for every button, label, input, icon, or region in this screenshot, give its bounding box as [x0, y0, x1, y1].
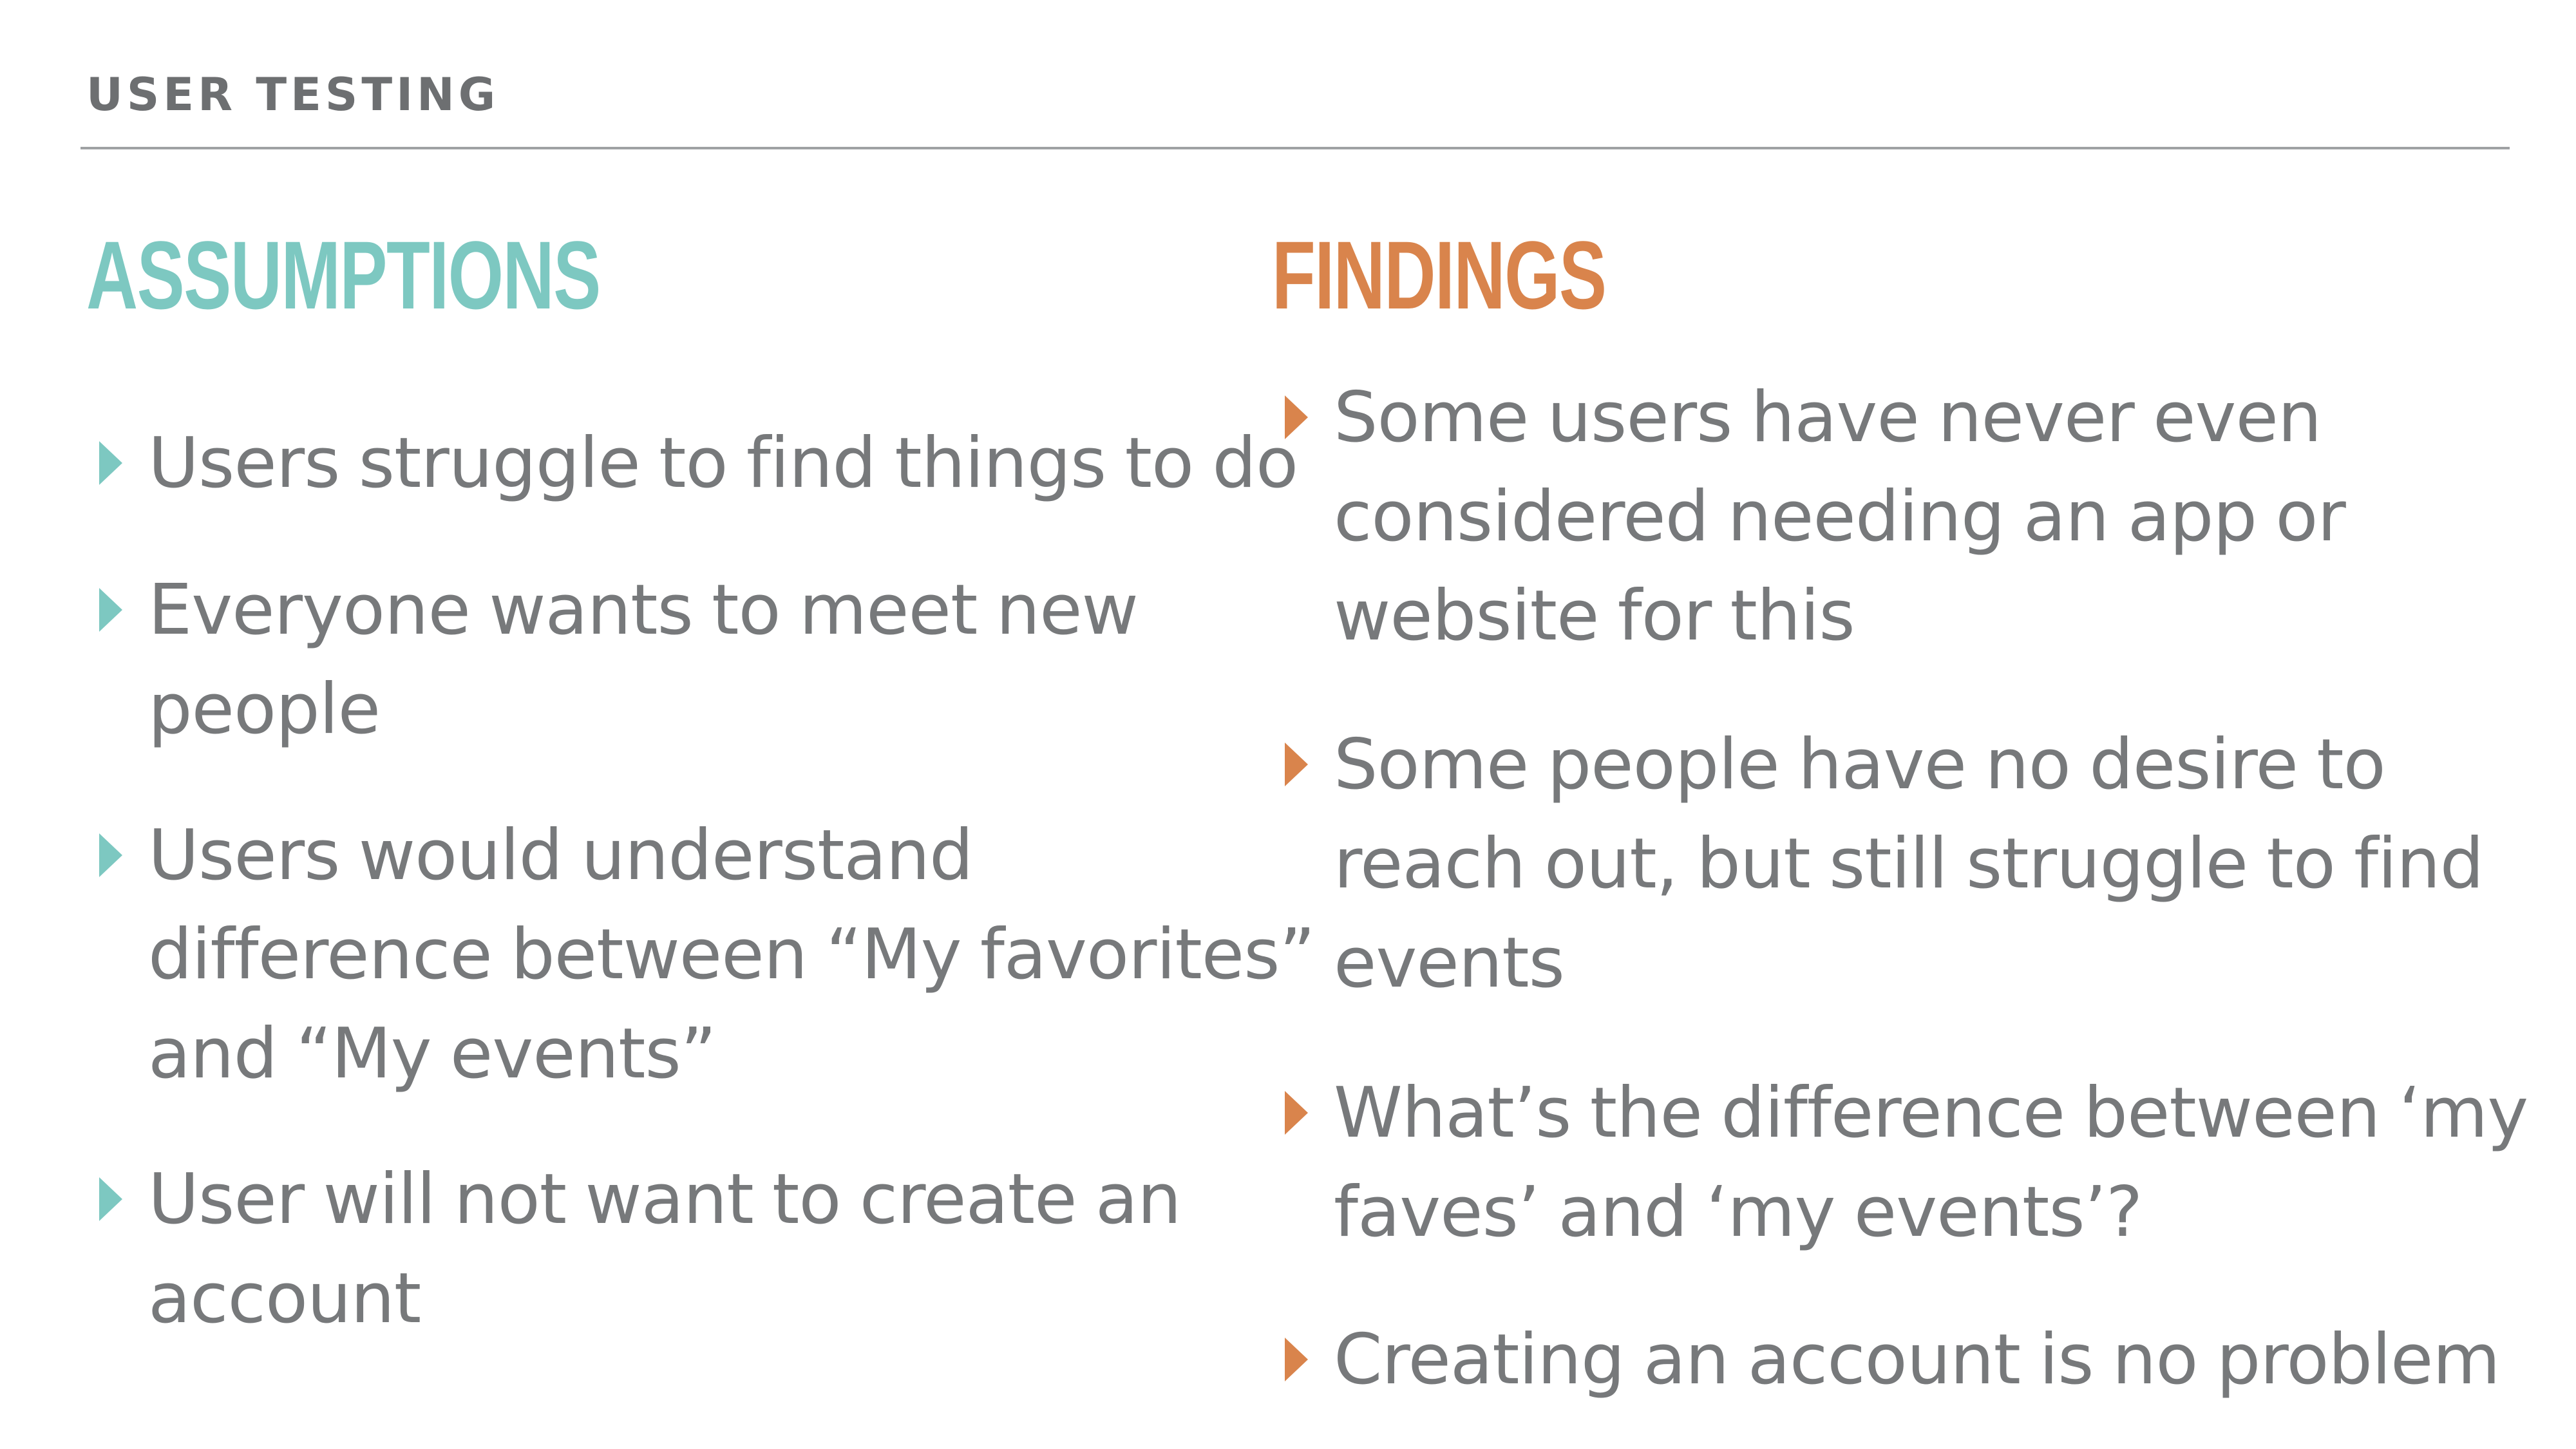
bullet-triangle-icon	[1285, 1338, 1308, 1381]
assumption-text: Users would understand difference betwee…	[148, 815, 1315, 1094]
bullet-triangle-icon	[99, 441, 122, 485]
finding-text: What’s the difference between ‘my faves’…	[1334, 1073, 2528, 1253]
section-title: USER TESTING	[86, 68, 500, 121]
assumption-text: Users struggle to find things to do	[148, 423, 1298, 504]
slide: USER TESTING ASSUMPTIONS Users struggle …	[0, 0, 2576, 1449]
finding-item: Some users have never even considered ne…	[1272, 368, 2576, 666]
bullet-triangle-icon	[99, 1177, 122, 1221]
header-divider	[80, 147, 2510, 149]
assumption-item: Everyone wants to meet new people	[86, 561, 1346, 759]
bullet-triangle-icon	[99, 833, 122, 877]
bullet-triangle-icon	[1285, 395, 1308, 439]
finding-text: Some people have no desire to reach out,…	[1334, 724, 2484, 1003]
findings-heading: FINDINGS	[1272, 221, 1607, 329]
finding-text: Creating an account is no problem	[1334, 1320, 2501, 1400]
assumption-item: User will not want to create an account	[86, 1150, 1346, 1349]
assumption-item: Users would understand difference betwee…	[86, 806, 1346, 1104]
finding-item: What’s the difference between ‘my faves’…	[1272, 1064, 2576, 1262]
assumption-item: Users struggle to find things to do	[86, 414, 1346, 513]
assumption-text: User will not want to create an account	[148, 1159, 1182, 1339]
bullet-triangle-icon	[1285, 1091, 1308, 1135]
bullet-triangle-icon	[1285, 743, 1308, 786]
finding-text: Some users have never even considered ne…	[1334, 377, 2346, 656]
finding-item: Some people have no desire to reach out,…	[1272, 715, 2576, 1013]
assumption-text: Everyone wants to meet new people	[148, 570, 1139, 750]
assumptions-heading: ASSUMPTIONS	[86, 221, 601, 329]
finding-item: Creating an account is no problem	[1272, 1311, 2576, 1410]
bullet-triangle-icon	[99, 588, 122, 632]
